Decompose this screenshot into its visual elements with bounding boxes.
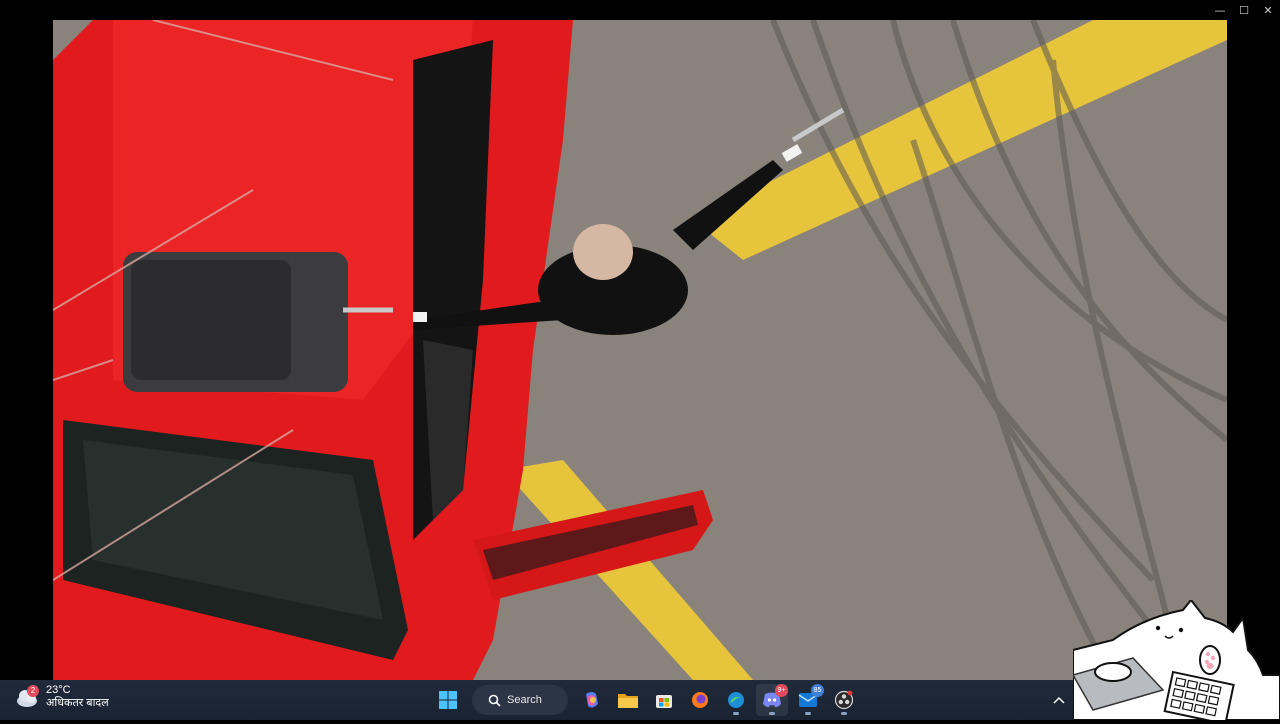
outlook-button[interactable]: 85 xyxy=(792,684,824,716)
edge-icon xyxy=(728,692,744,708)
discord-notification-badge: 9+ xyxy=(775,684,788,697)
firefox-icon xyxy=(692,692,708,708)
chevron-up-icon xyxy=(1053,696,1065,704)
obs-button[interactable] xyxy=(828,684,860,716)
copilot-button[interactable] xyxy=(576,684,608,716)
running-indicator xyxy=(841,712,847,715)
video-frame[interactable] xyxy=(53,20,1227,680)
running-indicator xyxy=(733,712,739,715)
weather-alert-badge: 2 xyxy=(27,685,39,697)
running-indicator xyxy=(805,712,811,715)
start-button[interactable] xyxy=(432,684,464,716)
bongo-cat-overlay xyxy=(1071,598,1280,724)
video-still-image xyxy=(53,20,1227,680)
store-icon xyxy=(656,695,672,708)
search-label: Search xyxy=(507,694,542,706)
maximize-button[interactable]: ☐ xyxy=(1232,0,1256,20)
weather-condition: अधिकतर बादल xyxy=(46,697,109,709)
bongo-cat-image xyxy=(1071,598,1280,724)
weather-temperature: 23°C xyxy=(46,684,71,696)
search-button[interactable]: Search xyxy=(472,685,568,715)
copilot-icon xyxy=(586,692,598,708)
close-button[interactable]: ✕ xyxy=(1256,0,1280,20)
discord-button[interactable]: 9+ xyxy=(756,684,788,716)
microsoft-store-button[interactable] xyxy=(648,684,680,716)
outlook-notification-badge: 85 xyxy=(811,684,824,697)
folder-icon xyxy=(618,694,638,708)
edge-button[interactable] xyxy=(720,684,752,716)
weather-text: 23°C अधिकतर बादल xyxy=(46,684,109,710)
firefox-button[interactable] xyxy=(684,684,716,716)
file-explorer-button[interactable] xyxy=(612,684,644,716)
weather-widget[interactable]: 2 23°C अधिकतर बादल xyxy=(14,684,109,710)
window-controls: — ☐ ✕ xyxy=(1208,0,1280,20)
cloud-icon: 2 xyxy=(14,684,40,710)
taskbar-apps: Search 9+ 85 xyxy=(432,684,860,716)
running-indicator xyxy=(769,712,775,715)
obs-icon xyxy=(834,690,854,710)
search-icon xyxy=(488,694,501,707)
show-hidden-icons-button[interactable] xyxy=(1050,690,1068,710)
minimize-button[interactable]: — xyxy=(1208,0,1232,20)
windows-logo-icon xyxy=(439,691,457,709)
